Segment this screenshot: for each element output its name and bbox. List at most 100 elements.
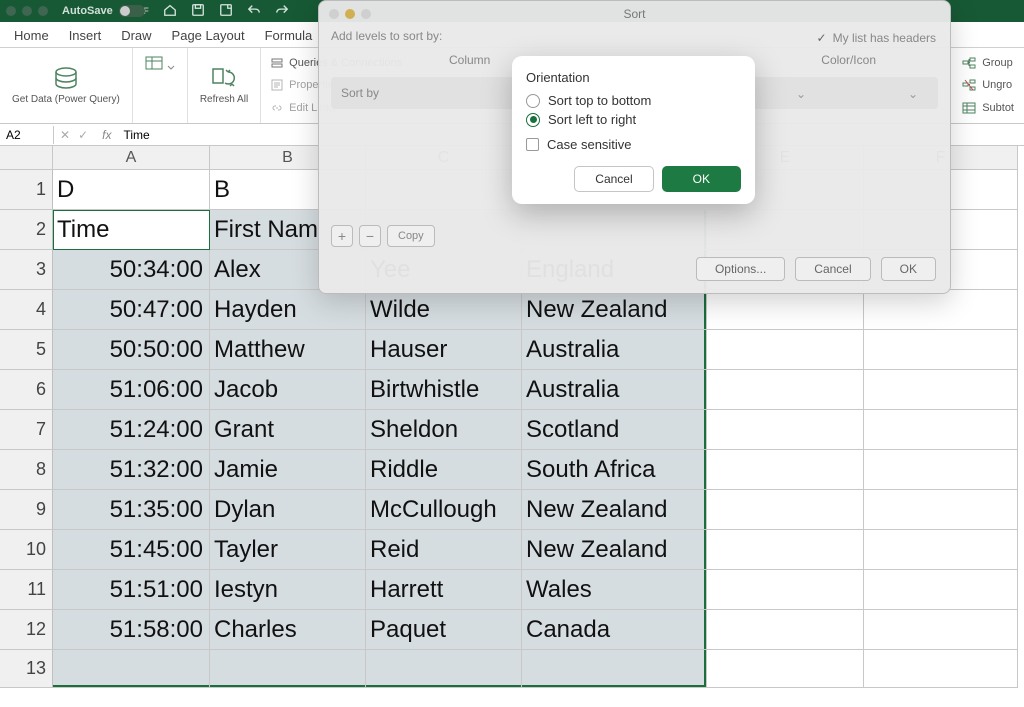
tab-home[interactable]: Home <box>14 28 49 43</box>
refresh-all-button[interactable]: Refresh All <box>188 48 261 123</box>
row-header[interactable]: 1 <box>0 170 53 210</box>
cell[interactable]: Tayler <box>210 530 366 570</box>
cell[interactable]: Hayden <box>210 290 366 330</box>
tab-draw[interactable]: Draw <box>121 28 151 43</box>
cell[interactable]: 51:58:00 <box>53 610 210 650</box>
row-header[interactable]: 11 <box>0 570 53 610</box>
cell[interactable] <box>864 610 1018 650</box>
accept-formula-icon[interactable]: ✓ <box>78 128 88 142</box>
cell[interactable] <box>707 370 864 410</box>
sort-options-button[interactable]: Options... <box>696 257 785 281</box>
formula-input[interactable]: Time <box>119 128 149 142</box>
cell[interactable]: Wales <box>522 570 707 610</box>
cell[interactable] <box>707 410 864 450</box>
cell[interactable]: Grant <box>210 410 366 450</box>
cell[interactable] <box>707 290 864 330</box>
row-header[interactable]: 9 <box>0 490 53 530</box>
col-header-a[interactable]: A <box>53 146 210 170</box>
remove-level-button[interactable]: − <box>359 225 381 247</box>
cell[interactable]: Birtwhistle <box>366 370 522 410</box>
cell[interactable] <box>864 410 1018 450</box>
cell[interactable] <box>864 290 1018 330</box>
cell[interactable]: Charles <box>210 610 366 650</box>
autosave-toggle[interactable]: AutoSave OFF <box>62 5 149 17</box>
cell[interactable]: New Zealand <box>522 530 707 570</box>
cell-active[interactable]: Time <box>53 210 210 250</box>
cell[interactable]: South Africa <box>522 450 707 490</box>
fx-icon[interactable]: fx <box>94 128 119 142</box>
cell[interactable] <box>366 650 522 688</box>
undo-icon[interactable] <box>247 3 261 20</box>
group-button[interactable]: Group <box>962 54 1014 72</box>
cancel-formula-icon[interactable]: ✕ <box>60 128 70 142</box>
cell[interactable] <box>707 490 864 530</box>
cell[interactable]: 51:06:00 <box>53 370 210 410</box>
cell[interactable]: Harrett <box>366 570 522 610</box>
cell[interactable]: Reid <box>366 530 522 570</box>
home-icon[interactable] <box>163 3 177 20</box>
cell[interactable]: Paquet <box>366 610 522 650</box>
cell[interactable]: 50:34:00 <box>53 250 210 290</box>
case-sensitive-checkbox[interactable]: Case sensitive <box>526 137 741 152</box>
row-header[interactable]: 8 <box>0 450 53 490</box>
save-icon[interactable] <box>191 3 205 20</box>
cell[interactable] <box>864 530 1018 570</box>
cell[interactable]: 51:32:00 <box>53 450 210 490</box>
cell[interactable]: McCullough <box>366 490 522 530</box>
cell[interactable] <box>707 650 864 688</box>
cell[interactable]: Sheldon <box>366 410 522 450</box>
add-level-button[interactable]: + <box>331 225 353 247</box>
cell[interactable] <box>864 490 1018 530</box>
cell[interactable] <box>707 530 864 570</box>
subtotal-button[interactable]: Subtot <box>962 99 1014 117</box>
sort-top-bottom-option[interactable]: Sort top to bottom <box>526 93 741 108</box>
redo-icon[interactable] <box>275 3 289 20</box>
cell[interactable] <box>707 570 864 610</box>
cell[interactable] <box>864 570 1018 610</box>
cell[interactable]: Australia <box>522 370 707 410</box>
row-header[interactable]: 3 <box>0 250 53 290</box>
cell[interactable]: Australia <box>522 330 707 370</box>
cell[interactable]: 50:50:00 <box>53 330 210 370</box>
cell[interactable] <box>864 330 1018 370</box>
cell[interactable]: Iestyn <box>210 570 366 610</box>
tab-page-layout[interactable]: Page Layout <box>172 28 245 43</box>
cell[interactable]: Wilde <box>366 290 522 330</box>
orientation-cancel-button[interactable]: Cancel <box>574 166 653 192</box>
cell[interactable]: Dylan <box>210 490 366 530</box>
cell[interactable] <box>707 450 864 490</box>
tab-formulas[interactable]: Formula <box>265 28 313 43</box>
cell[interactable]: 51:24:00 <box>53 410 210 450</box>
get-data-button[interactable]: Get Data (Power Query) <box>0 48 133 123</box>
cell[interactable]: Jamie <box>210 450 366 490</box>
row-header[interactable]: 10 <box>0 530 53 570</box>
cell[interactable]: 51:45:00 <box>53 530 210 570</box>
headers-checkbox[interactable]: ✓My list has headers <box>817 31 936 45</box>
row-header[interactable]: 5 <box>0 330 53 370</box>
copy-level-button[interactable]: Copy <box>387 225 435 247</box>
cell[interactable]: Canada <box>522 610 707 650</box>
cell[interactable]: Matthew <box>210 330 366 370</box>
cell[interactable]: 51:35:00 <box>53 490 210 530</box>
cell[interactable]: Riddle <box>366 450 522 490</box>
cell[interactable] <box>864 370 1018 410</box>
from-table-icon[interactable] <box>145 56 175 70</box>
cell[interactable]: Jacob <box>210 370 366 410</box>
sort-ok-button[interactable]: OK <box>881 257 936 281</box>
row-header[interactable]: 4 <box>0 290 53 330</box>
cell[interactable]: 50:47:00 <box>53 290 210 330</box>
row-header[interactable]: 6 <box>0 370 53 410</box>
window-controls[interactable] <box>6 6 48 16</box>
name-box[interactable]: A2 <box>0 126 54 144</box>
cell[interactable]: New Zealand <box>522 490 707 530</box>
select-all-corner[interactable] <box>0 146 53 170</box>
cell[interactable]: New Zealand <box>522 290 707 330</box>
save-as-icon[interactable] <box>219 3 233 20</box>
cell[interactable]: 51:51:00 <box>53 570 210 610</box>
tab-insert[interactable]: Insert <box>69 28 102 43</box>
cell[interactable] <box>864 650 1018 688</box>
cell[interactable]: D <box>53 170 210 210</box>
sort-cancel-button[interactable]: Cancel <box>795 257 870 281</box>
cell[interactable] <box>707 610 864 650</box>
row-header[interactable]: 2 <box>0 210 53 250</box>
